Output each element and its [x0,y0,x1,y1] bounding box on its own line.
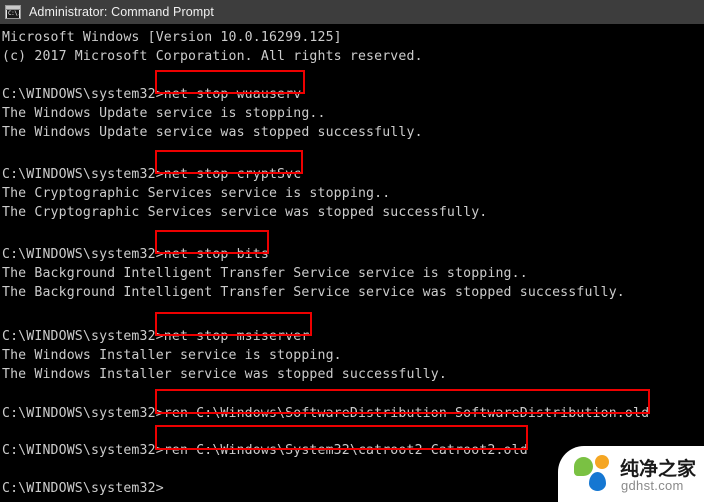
console-line-command: C:\WINDOWS\system32>net stop cryptSvc [2,167,302,182]
logo-dot-green [574,457,593,476]
window-title: Administrator: Command Prompt [29,5,214,19]
console-line: The Cryptographic Services service was s… [2,205,488,220]
console-line-prompt: C:\WINDOWS\system32> [2,481,164,496]
icon-prompt-glyph: C:\. [7,10,19,18]
console-line-command: C:\WINDOWS\system32>net stop msiserver [2,329,310,344]
command-prompt-window: C:\. Administrator: Command Prompt Micro… [0,0,704,502]
console-line: (c) 2017 Microsoft Corporation. All righ… [2,49,423,64]
site-watermark: 纯净之家 gdhst.com [558,446,704,502]
console-line: The Cryptographic Services service is st… [2,186,391,201]
watermark-logo-icon [574,455,616,493]
console-line: The Background Intelligent Transfer Serv… [2,285,625,300]
console-line: The Windows Installer service is stoppin… [2,348,342,363]
console-line-command: C:\WINDOWS\system32>net stop wuauserv [2,87,302,102]
console-line: Microsoft Windows [Version 10.0.16299.12… [2,30,342,45]
console-line: The Background Intelligent Transfer Serv… [2,266,528,281]
watermark-url: gdhst.com [621,478,684,493]
console-line-command: C:\WINDOWS\system32>ren C:\Windows\Softw… [2,406,650,421]
console-line-command: C:\WINDOWS\system32>net stop bits [2,247,269,262]
logo-dot-orange [595,455,609,469]
window-titlebar[interactable]: C:\. Administrator: Command Prompt [0,0,704,24]
console-line: The Windows Update service is stopping.. [2,106,326,121]
logo-dot-blue [589,472,606,491]
console-line: The Windows Update service was stopped s… [2,125,423,140]
console-line-command: C:\WINDOWS\system32>ren C:\Windows\Syste… [2,443,528,458]
watermark-brand-name: 纯净之家 [620,458,697,480]
console-output-area[interactable]: Microsoft Windows [Version 10.0.16299.12… [0,24,704,502]
console-window-icon: C:\. [5,5,21,19]
console-line: The Windows Installer service was stoppe… [2,367,447,382]
